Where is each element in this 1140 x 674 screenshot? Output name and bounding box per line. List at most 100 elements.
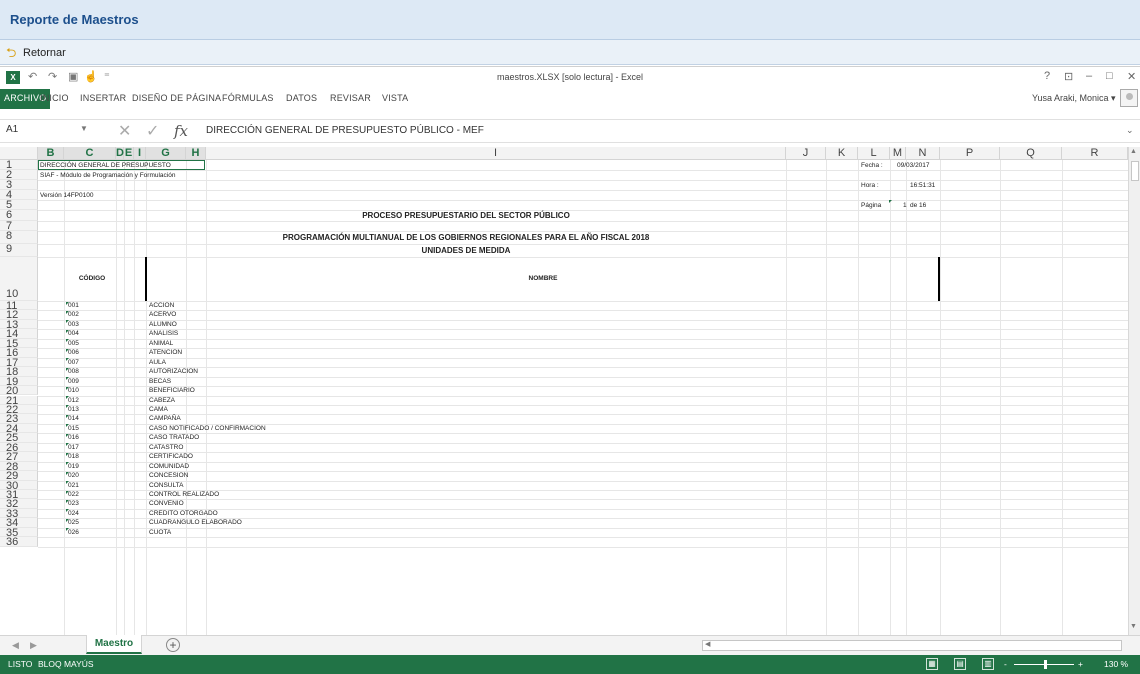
zoom-slider-thumb[interactable] — [1044, 660, 1047, 669]
scroll-left-icon[interactable]: ◀ — [705, 640, 710, 648]
row-header[interactable]: 5 — [0, 200, 38, 210]
name-box[interactable]: A1 — [6, 124, 18, 135]
row-header[interactable]: 28 — [0, 461, 38, 472]
column-header[interactable]: L — [858, 147, 890, 160]
column-header[interactable]: B — [38, 147, 64, 160]
row-header[interactable]: 18 — [0, 367, 38, 377]
column-header[interactable]: G — [146, 147, 186, 160]
column-header[interactable]: N — [906, 147, 940, 160]
back-button[interactable]: ⮌ Retornar — [6, 44, 66, 62]
row-header[interactable]: 3 — [0, 180, 38, 190]
column-header[interactable]: J — [786, 147, 826, 160]
help-icon[interactable]: ? — [1044, 70, 1050, 82]
row-header[interactable]: 14 — [0, 329, 38, 339]
active-cell-selection[interactable] — [38, 160, 205, 170]
scroll-down-icon[interactable]: ▼ — [1130, 623, 1137, 630]
expand-formula-icon[interactable]: ⌄ — [1126, 125, 1134, 136]
row-header[interactable]: 21 — [0, 395, 38, 405]
cancel-formula-icon[interactable]: ✕ — [118, 121, 131, 141]
ribbon-display-icon[interactable]: ⊡ — [1064, 70, 1073, 83]
row-header[interactable]: 22 — [0, 404, 38, 415]
row-header[interactable]: 34 — [0, 518, 38, 528]
column-header[interactable]: M — [890, 147, 906, 160]
column-header[interactable]: H — [186, 147, 206, 160]
row-header[interactable]: 23 — [0, 414, 38, 424]
insert-function-icon[interactable]: fx — [174, 122, 188, 140]
tab-revisar[interactable]: REVISAR — [330, 93, 371, 103]
row-header[interactable]: 31 — [0, 490, 38, 500]
zoom-in-button[interactable]: + — [1078, 659, 1083, 669]
minimize-icon[interactable]: – — [1086, 70, 1092, 82]
tab-datos[interactable]: DATOS — [286, 93, 317, 103]
column-header[interactable]: Q — [1000, 147, 1062, 160]
column-header[interactable]: E — [124, 147, 134, 160]
normal-view-icon[interactable]: ▦ — [926, 658, 938, 670]
row-header[interactable]: 9 — [0, 244, 38, 257]
maximize-icon[interactable]: □ — [1106, 70, 1113, 82]
row-header[interactable]: 7 — [0, 221, 38, 231]
row-header[interactable]: 32 — [0, 499, 38, 509]
code-cell: 017 — [68, 443, 79, 451]
column-header[interactable]: P — [940, 147, 1000, 160]
vertical-scrollbar[interactable]: ▲ ▼ — [1128, 147, 1140, 635]
name-cell: ATENCION — [149, 349, 183, 357]
page-break-view-icon[interactable]: ▥ — [982, 658, 994, 670]
select-all-corner[interactable] — [0, 147, 38, 160]
scroll-up-icon[interactable]: ▲ — [1130, 148, 1137, 155]
column-header[interactable]: D — [116, 147, 124, 160]
row-header[interactable]: 6 — [0, 210, 38, 221]
avatar[interactable] — [1120, 89, 1138, 107]
row-header[interactable]: 12 — [0, 310, 38, 320]
tab-formulas[interactable]: FÓRMULAS — [222, 93, 274, 103]
row-header[interactable]: 24 — [0, 423, 38, 434]
column-header[interactable]: K — [826, 147, 858, 160]
spreadsheet-grid[interactable]: B C D E I G H I J K L M N P Q R 1 2 3 4 5 6 7 8 9 10 11 12 13 14 15 16 1… — [0, 147, 1140, 635]
name-box-dropdown-icon[interactable]: ▼ — [80, 124, 88, 133]
user-account[interactable]: Yusa Araki, Monica ▾ — [1032, 93, 1116, 104]
tab-insertar[interactable]: INSERTAR — [80, 93, 126, 103]
row-header[interactable]: 19 — [0, 376, 38, 387]
row-header[interactable]: 16 — [0, 348, 38, 358]
formula-input[interactable]: DIRECCIÓN GENERAL DE PRESUPUESTO PÚBLICO… — [206, 125, 484, 136]
add-sheet-icon[interactable]: + — [166, 638, 180, 652]
row-header[interactable]: 15 — [0, 338, 38, 349]
horizontal-scrollbar[interactable]: ◀ — [702, 640, 1122, 651]
column-header[interactable]: I — [206, 147, 786, 160]
zoom-out-button[interactable]: - — [1004, 659, 1007, 669]
column-header[interactable]: C — [64, 147, 116, 160]
tab-diseno-pagina[interactable]: DISEÑO DE PÁGINA — [132, 93, 221, 103]
tab-inicio[interactable]: INICIO — [40, 93, 69, 103]
vertical-scroll-thumb[interactable] — [1131, 161, 1139, 181]
name-cell: CONCESION — [149, 472, 189, 480]
column-header[interactable]: I — [134, 147, 146, 160]
zoom-level[interactable]: 130 % — [1104, 659, 1128, 669]
row-header[interactable]: 10 — [0, 257, 38, 301]
row-header[interactable]: 17 — [0, 357, 38, 368]
row-header[interactable]: 36 — [0, 537, 38, 547]
row-header[interactable]: 33 — [0, 508, 38, 519]
row-header[interactable]: 30 — [0, 480, 38, 490]
pagina-of: de 16 — [910, 201, 927, 209]
page-layout-view-icon[interactable]: ▤ — [954, 658, 966, 670]
row-header[interactable]: 11 — [0, 301, 38, 311]
row-header[interactable]: 26 — [0, 442, 38, 453]
enter-formula-icon[interactable]: ✓ — [146, 121, 159, 141]
tab-vista[interactable]: VISTA — [382, 93, 408, 103]
row-header[interactable]: 29 — [0, 471, 38, 481]
status-mode: LISTO — [8, 659, 33, 669]
fecha-value: 09/03/2017 — [897, 161, 930, 169]
row-header[interactable]: 2 — [0, 170, 38, 180]
row-header[interactable]: 35 — [0, 527, 38, 538]
row-header[interactable]: 20 — [0, 386, 38, 396]
row-header[interactable]: 27 — [0, 452, 38, 462]
row-header[interactable]: 4 — [0, 190, 38, 200]
row-header[interactable]: 1 — [0, 160, 38, 170]
row-header[interactable]: 8 — [0, 231, 38, 244]
sheet-tab-maestro[interactable]: Maestro — [86, 635, 142, 654]
next-sheet-icon[interactable]: ▶ — [30, 640, 37, 651]
prev-sheet-icon[interactable]: ◀ — [12, 640, 19, 651]
row-header[interactable]: 13 — [0, 319, 38, 330]
column-header[interactable]: R — [1062, 147, 1128, 160]
close-icon[interactable]: ✕ — [1127, 70, 1136, 83]
row-header[interactable]: 25 — [0, 433, 38, 443]
